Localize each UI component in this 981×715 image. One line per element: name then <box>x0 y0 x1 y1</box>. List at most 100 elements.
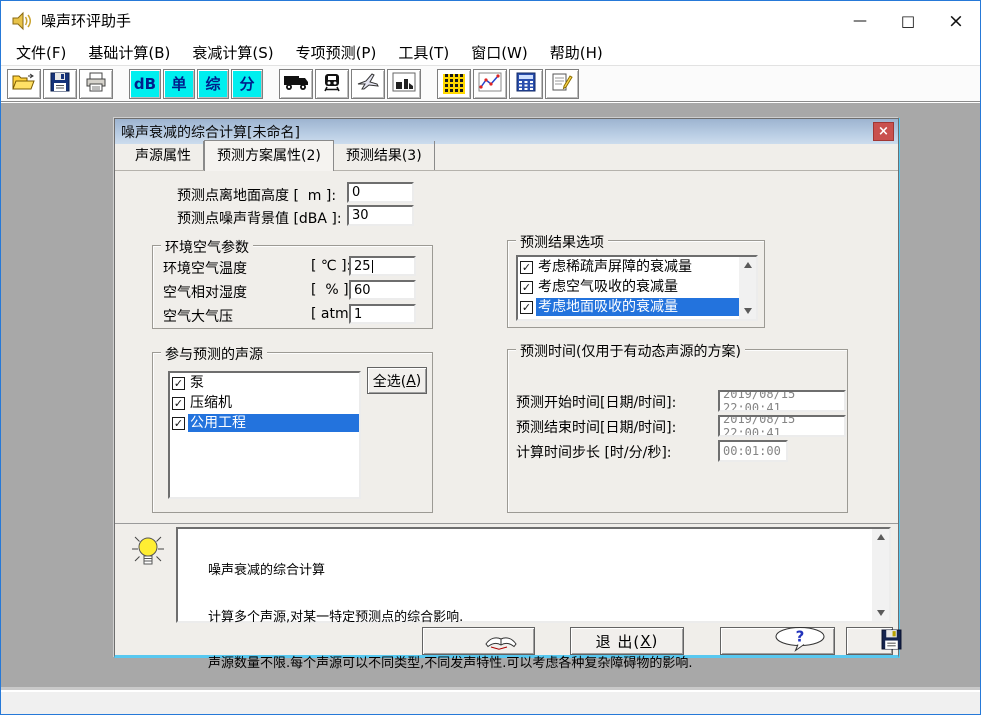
window-title: 噪声环评助手 <box>41 12 132 30</box>
help-balloon-icon: ? <box>727 610 828 672</box>
scroll-up-icon[interactable] <box>739 257 756 273</box>
menu-file[interactable]: 文件(F) <box>5 40 77 65</box>
checkbox-checked-icon[interactable]: ✓ <box>520 300 533 314</box>
time-step-label: 计算时间步长 [时/分/秒]: <box>516 445 672 461</box>
report-button[interactable] <box>422 627 535 655</box>
save-file-button[interactable] <box>43 68 77 99</box>
checkbox-checked-icon[interactable]: ✓ <box>172 376 185 390</box>
tab-source-properties[interactable]: 声源属性 <box>123 141 204 170</box>
comprehensive-calc-button[interactable]: 综 <box>197 68 229 99</box>
air-humidity-input[interactable]: 60 <box>349 280 416 300</box>
svg-text:?: ? <box>795 628 804 646</box>
air-humidity-unit: [ % ]: <box>311 282 354 298</box>
road-traffic-button[interactable] <box>279 68 313 99</box>
checkbox-checked-icon[interactable]: ✓ <box>172 396 185 410</box>
industrial-source-button[interactable] <box>387 68 421 99</box>
open-book-icon <box>434 611 523 671</box>
menu-bar: 文件(F) 基础计算(B) 衰减计算(S) 专项预测(P) 工具(T) 窗口(W… <box>1 40 980 65</box>
air-pressure-input[interactable]: 1 <box>349 304 416 324</box>
result-chart-button[interactable] <box>473 68 507 99</box>
point-height-input[interactable]: 0 <box>347 182 414 203</box>
result-options-scrollbar[interactable] <box>739 257 756 319</box>
tab-prediction-scheme[interactable]: 预测方案属性(2) <box>204 140 334 171</box>
open-file-button[interactable] <box>7 68 41 99</box>
tab-prediction-results[interactable]: 预测结果(3) <box>334 141 435 170</box>
calculator-button[interactable] <box>509 68 543 99</box>
list-item[interactable]: ✓ 泵 <box>170 373 359 393</box>
help-line: 噪声衰减的综合计算 <box>208 563 326 578</box>
notepad-pencil-icon <box>551 72 573 96</box>
menu-basic-calc[interactable]: 基础计算(B) <box>77 40 181 65</box>
main-window: 噪声环评助手 — □ × 文件(F) 基础计算(B) 衰减计算(S) 专项预测(… <box>0 0 981 715</box>
close-button[interactable]: × <box>932 1 980 40</box>
time-step-input[interactable]: 00:01:00 <box>718 440 788 462</box>
rail-traffic-button[interactable] <box>315 68 349 99</box>
floppy-icon <box>837 613 903 670</box>
help-scrollbar[interactable] <box>872 529 889 621</box>
maximize-button[interactable]: □ <box>884 1 932 40</box>
help-button[interactable]: ? <box>720 627 835 655</box>
dialog-close-button[interactable]: × <box>873 122 894 141</box>
point-background-label: 预测点噪声背景值 [dBA ]: <box>177 211 342 227</box>
list-item[interactable]: ✓ 考虑空气吸收的衰减量 <box>518 277 739 297</box>
result-options-title: 预测结果选项 <box>516 232 608 252</box>
grid-map-icon <box>443 73 465 94</box>
exit-button[interactable]: 退 出(X) <box>570 627 684 655</box>
result-options-list: ✓ 考虑稀疏声屏障的衰减量 ✓ 考虑空气吸收的衰减量 ✓ 考虑地面吸收的衰减量 <box>516 255 758 321</box>
start-time-input[interactable]: 2019/08/15 22:00:41 <box>718 390 846 412</box>
scroll-down-icon[interactable] <box>739 303 756 319</box>
db-calc-button[interactable]: dB <box>129 68 161 99</box>
speaker-icon <box>11 11 33 31</box>
list-item-selected[interactable]: ✓ 考虑地面吸收的衰减量 <box>518 297 739 317</box>
dialog-title: 噪声衰减的综合计算[未命名] <box>121 124 300 141</box>
prediction-time-group: 预测时间(仅用于有动态声源的方案) 预测开始时间[日期/时间]: 2019/08… <box>507 341 848 513</box>
checkbox-checked-icon[interactable]: ✓ <box>520 280 533 294</box>
point-height-label: 预测点离地面高度 [ m ]: <box>177 188 337 204</box>
menu-tools[interactable]: 工具(T) <box>387 40 460 65</box>
end-time-input[interactable]: 2019/08/15 22:00:41 <box>718 415 846 437</box>
minimize-button[interactable]: — <box>836 1 884 40</box>
text-caret <box>371 259 373 273</box>
train-icon <box>322 72 342 96</box>
air-traffic-button[interactable] <box>351 68 385 99</box>
mdi-client-area: 噪声衰减的综合计算[未命名] × 声源属性 预测方案属性(2) 预测结果(3) … <box>1 103 980 714</box>
status-bar <box>1 690 980 714</box>
air-temp-label: 环境空气温度 <box>163 261 247 277</box>
window-titlebar: 噪声环评助手 — □ × <box>1 1 980 40</box>
list-item[interactable]: ✓ 压缩机 <box>170 393 359 413</box>
menu-help[interactable]: 帮助(H) <box>539 40 614 65</box>
airplane-icon <box>356 72 380 96</box>
menu-special-prediction[interactable]: 专项预测(P) <box>285 40 388 65</box>
report-editor-button[interactable] <box>545 68 579 99</box>
open-folder-icon <box>12 72 36 96</box>
save-scheme-button[interactable] <box>846 627 902 655</box>
menu-attenuation-calc[interactable]: 衰减计算(S) <box>181 40 284 65</box>
line-chart-icon <box>478 72 502 96</box>
air-pressure-label: 空气大气压 <box>163 309 233 325</box>
floppy-icon <box>50 72 70 96</box>
scroll-up-icon[interactable] <box>872 529 889 545</box>
help-text-box: 噪声衰减的综合计算 计算多个声源,对某一特定预测点的综合影响. 声源数量不限.每… <box>176 527 891 714</box>
dialog-tabstrip: 声源属性 预测方案属性(2) 预测结果(3) <box>115 140 898 171</box>
checkbox-checked-icon[interactable]: ✓ <box>172 416 185 430</box>
air-temp-input[interactable]: 25 <box>349 256 416 276</box>
toolbar: dB 单 综 分 <box>1 65 980 102</box>
lightbulb-icon <box>128 531 168 577</box>
frequency-calc-button[interactable]: 分 <box>231 68 263 99</box>
sources-list: ✓ 泵 ✓ 压缩机 ✓ 公用工程 <box>168 371 361 499</box>
factory-icon <box>392 72 416 96</box>
air-humidity-label: 空气相对湿度 <box>163 285 247 301</box>
sources-group-title: 参与预测的声源 <box>161 344 267 364</box>
point-background-input[interactable]: 30 <box>347 205 414 226</box>
time-group-title: 预测时间(仅用于有动态声源的方案) <box>516 341 745 361</box>
menu-window[interactable]: 窗口(W) <box>460 40 539 65</box>
print-button[interactable] <box>79 68 113 99</box>
list-item[interactable]: ✓ 考虑稀疏声屏障的衰减量 <box>518 257 739 277</box>
noise-grid-button[interactable] <box>437 68 471 99</box>
checkbox-checked-icon[interactable]: ✓ <box>520 260 533 274</box>
result-options-group: 预测结果选项 ✓ 考虑稀疏声屏障的衰减量 ✓ 考虑空气吸收的衰减量 ✓ 考虑地面… <box>507 232 765 328</box>
single-source-button[interactable]: 单 <box>163 68 195 99</box>
list-item-selected[interactable]: ✓ 公用工程 <box>170 413 359 433</box>
select-all-button[interactable]: 全选(A) <box>367 367 427 394</box>
calculator-icon <box>516 72 536 96</box>
